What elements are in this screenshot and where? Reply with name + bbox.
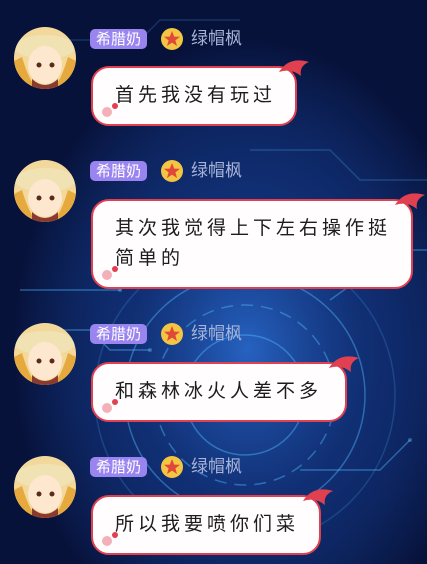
member-badge: 希腊奶 xyxy=(90,457,148,477)
bubble-decoration-icon xyxy=(329,356,359,372)
member-badge: 希腊奶 xyxy=(90,161,148,181)
message-bubble: 首先我没有玩过 xyxy=(91,60,309,126)
flower-decoration-icon xyxy=(102,532,118,546)
star-icon xyxy=(161,456,183,478)
username[interactable]: 绿帽枫 xyxy=(191,159,242,183)
avatar[interactable] xyxy=(14,456,76,518)
flower-decoration-icon xyxy=(102,399,118,413)
avatar[interactable] xyxy=(14,160,76,222)
flower-decoration-icon xyxy=(102,103,118,117)
message-text: 其次我觉得上下左右操作挺简单的 xyxy=(115,217,392,269)
message-bubble: 其次我觉得上下左右操作挺简单的 xyxy=(91,193,425,289)
member-badge: 希腊奶 xyxy=(90,29,148,49)
message-text: 和森林冰火人差不多 xyxy=(115,380,323,402)
star-icon xyxy=(161,160,183,182)
star-icon xyxy=(161,323,183,345)
bubble-decoration-icon xyxy=(279,60,309,76)
username[interactable]: 绿帽枫 xyxy=(191,455,242,479)
member-badge: 希腊奶 xyxy=(90,324,148,344)
username[interactable]: 绿帽枫 xyxy=(191,322,242,346)
bubble-decoration-icon xyxy=(395,193,425,209)
bubble-decoration-icon xyxy=(303,489,333,505)
flower-decoration-icon xyxy=(102,266,118,280)
message-text: 所以我要喷你们菜 xyxy=(115,513,300,535)
avatar[interactable] xyxy=(14,323,76,385)
message-bubble: 所以我要喷你们菜 xyxy=(91,489,333,555)
star-icon xyxy=(161,28,183,50)
message-text: 首先我没有玩过 xyxy=(115,84,277,106)
username[interactable]: 绿帽枫 xyxy=(191,27,242,51)
avatar[interactable] xyxy=(14,27,76,89)
message-bubble: 和森林冰火人差不多 xyxy=(91,356,359,422)
